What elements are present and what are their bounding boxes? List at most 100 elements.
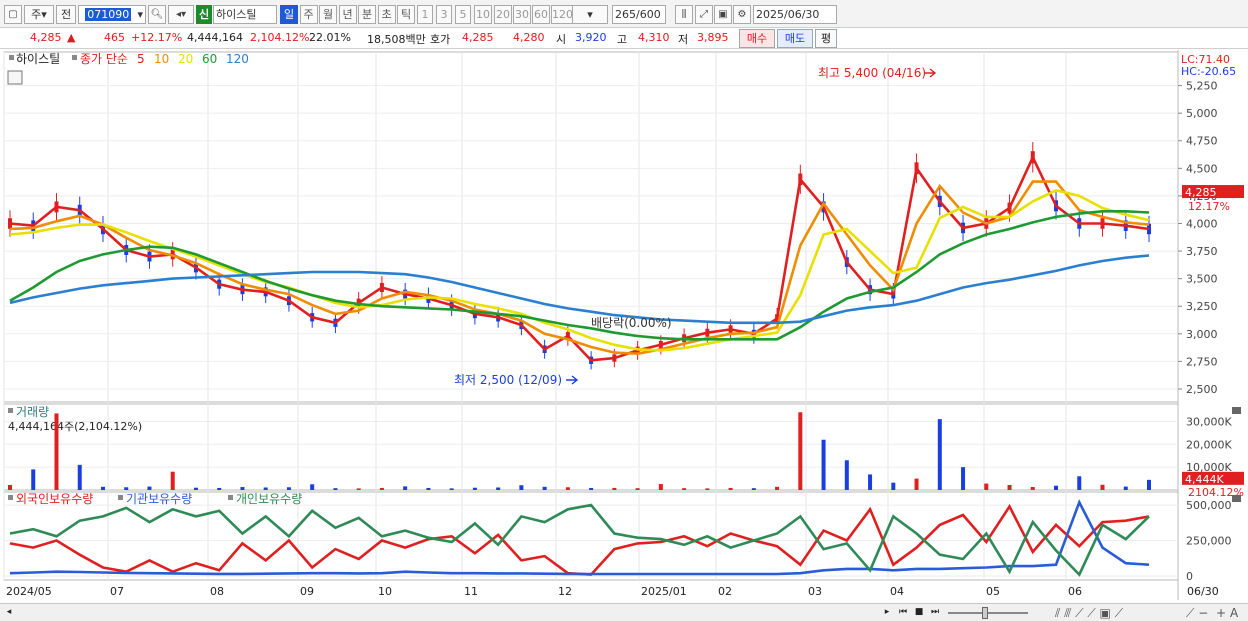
tab-period-4[interactable]: 분 bbox=[358, 5, 376, 24]
price-tick-label: 4,000 bbox=[1186, 217, 1218, 230]
volume-tick-label: 20,000K bbox=[1186, 438, 1232, 451]
stock-name-field[interactable]: 하이스틸 bbox=[213, 5, 277, 24]
zoom-out-icon[interactable]: ⟋ − bbox=[1186, 606, 1208, 621]
interval-button-1[interactable]: 1 bbox=[417, 5, 433, 24]
volume-bar bbox=[77, 464, 82, 490]
price-tick-label: 5,000 bbox=[1186, 107, 1218, 120]
tab-period-0[interactable]: 일 bbox=[280, 5, 298, 24]
volume-tick-label: 30,000K bbox=[1186, 415, 1232, 428]
price-tick-label: 3,000 bbox=[1186, 328, 1218, 341]
stock-legend-marker bbox=[9, 55, 14, 60]
buy-button[interactable]: 매수 bbox=[739, 29, 775, 48]
holdings-legend-marker bbox=[228, 495, 233, 500]
volume-bar bbox=[565, 487, 570, 490]
scroll-left-icon[interactable]: ◂ bbox=[2, 606, 16, 620]
tab-period-2[interactable]: 월 bbox=[319, 5, 337, 24]
price-tick-label: 2,500 bbox=[1186, 383, 1218, 396]
stock-code-input[interactable]: 071090 ▾ bbox=[78, 5, 146, 24]
rewind-icon[interactable]: ⏮ bbox=[896, 606, 910, 620]
x-axis-label: 12 bbox=[558, 585, 572, 598]
volume-bar bbox=[31, 469, 36, 490]
interval-button-10[interactable]: 10 bbox=[474, 5, 492, 24]
volume-pct: 2,104.12% bbox=[250, 31, 310, 44]
panel-frame-1 bbox=[3, 403, 1179, 491]
count-value: 265 bbox=[615, 8, 636, 21]
high-label: 고 bbox=[617, 33, 628, 46]
draw-tool-icons[interactable]: ⫽ ⫻ ⟋ ⟋ ▣ ⟋ bbox=[1055, 606, 1123, 621]
zoom-in-icon[interactable]: + bbox=[1216, 606, 1226, 620]
volume-bar bbox=[310, 484, 315, 490]
ma-legend-item: 10 bbox=[154, 52, 169, 66]
volume-bar bbox=[682, 488, 687, 490]
volume-bar bbox=[170, 471, 175, 490]
volume-bar bbox=[1077, 476, 1082, 490]
volume-bar bbox=[333, 488, 338, 490]
volume-bar bbox=[542, 486, 547, 490]
speaker-icon[interactable]: ◂▾ bbox=[168, 5, 194, 24]
font-size-icon[interactable]: A bbox=[1230, 606, 1238, 620]
interval-button-3[interactable]: 3 bbox=[436, 5, 452, 24]
volume-bar bbox=[914, 478, 919, 490]
volume-bar bbox=[519, 485, 524, 490]
volume-bar bbox=[589, 487, 594, 490]
candle-icon[interactable]: ⫼ bbox=[675, 5, 693, 24]
interval-button-5[interactable]: 5 bbox=[455, 5, 471, 24]
price-change-pct: +12.17% bbox=[131, 31, 183, 44]
holdings-panel-close-icon bbox=[1232, 495, 1241, 502]
tab-period-3[interactable]: 년 bbox=[338, 5, 357, 24]
volume-bar bbox=[1030, 487, 1035, 490]
date-field[interactable]: 2025/06/30 bbox=[753, 5, 837, 24]
tab-period-6[interactable]: 틱 bbox=[397, 5, 415, 24]
interval-button-60[interactable]: 60 bbox=[532, 5, 550, 24]
price-tick-label: 2,750 bbox=[1186, 355, 1218, 368]
eval-button[interactable]: 평 bbox=[815, 29, 837, 48]
ma-line-60 bbox=[9, 210, 1150, 341]
volume-current-tag: 4,444K bbox=[1185, 473, 1224, 486]
volume-value-text: 4,444,164주(2,104.12%) bbox=[8, 420, 142, 433]
volume-bar bbox=[286, 487, 291, 490]
stop-icon[interactable]: ■ bbox=[912, 606, 926, 620]
current-price: 4,285 bbox=[30, 31, 62, 44]
scroll-right-icon[interactable]: ▸ bbox=[880, 606, 894, 620]
save-icon[interactable]: ▣ bbox=[714, 5, 732, 24]
market-select[interactable]: 주▾ bbox=[24, 5, 54, 24]
ma-line-120 bbox=[9, 254, 1150, 325]
holdings-line-2 bbox=[9, 503, 1150, 577]
price-tick-label: 4,750 bbox=[1186, 135, 1218, 148]
ma-legend-item: 120 bbox=[226, 52, 249, 66]
fast-forward-icon[interactable]: ⏭ bbox=[928, 606, 942, 620]
up-arrow-icon: ▲ bbox=[67, 31, 76, 44]
holdings-tick-label: 250,000 bbox=[1186, 535, 1232, 548]
count-total: /600 bbox=[636, 8, 661, 21]
horizontal-scrollbar[interactable]: ◂ ▸ ⏮ ■ ⏭ ⫽ ⫻ ⟋ ⟋ ▣ ⟋ ⟋ − + A bbox=[0, 603, 1248, 621]
low-label: 저 bbox=[678, 33, 689, 46]
volume-bar bbox=[1007, 484, 1012, 490]
volume-legend-marker bbox=[8, 408, 13, 413]
gear-icon[interactable]: ⚙ bbox=[733, 5, 751, 24]
count-field[interactable]: 265/600 bbox=[612, 5, 666, 24]
volume-bar bbox=[1054, 485, 1059, 490]
volume-bar bbox=[496, 487, 501, 490]
volume-bar bbox=[1123, 486, 1128, 490]
x-axis-label: 02 bbox=[718, 585, 732, 598]
volume-bar bbox=[147, 486, 152, 490]
chart-area: 5,2505,0004,7504,5004,2504,0003,7503,500… bbox=[0, 50, 1248, 605]
search-icon[interactable]: 🔍︎ bbox=[148, 5, 166, 24]
zoom-slider-handle[interactable] bbox=[982, 607, 988, 619]
volume-value: 4,444,164 bbox=[187, 31, 243, 44]
dividend-annotation: 배당락(0.00%) bbox=[591, 316, 672, 330]
prev-button[interactable]: 전 bbox=[56, 5, 76, 24]
interval-button-20[interactable]: 20 bbox=[494, 5, 512, 24]
window-icon[interactable]: ▢ bbox=[4, 5, 22, 24]
tab-period-1[interactable]: 주 bbox=[299, 5, 318, 24]
volume-bar bbox=[891, 482, 896, 490]
trendline-icon[interactable]: ⤢ bbox=[695, 5, 713, 24]
quote-bar: 4,285 ▲ 465 +12.17% 4,444,164 2,104.12% … bbox=[0, 28, 1248, 49]
zoom-slider[interactable] bbox=[948, 612, 1028, 614]
sell-button[interactable]: 매도 bbox=[777, 29, 813, 48]
stock-chart[interactable]: 5,2505,0004,7504,5004,2504,0003,7503,500… bbox=[0, 50, 1248, 605]
tab-period-5[interactable]: 초 bbox=[377, 5, 396, 24]
interval-custom-select[interactable]: ▾ bbox=[572, 5, 608, 24]
interval-button-30[interactable]: 30 bbox=[513, 5, 531, 24]
interval-button-120[interactable]: 120 bbox=[551, 5, 573, 24]
